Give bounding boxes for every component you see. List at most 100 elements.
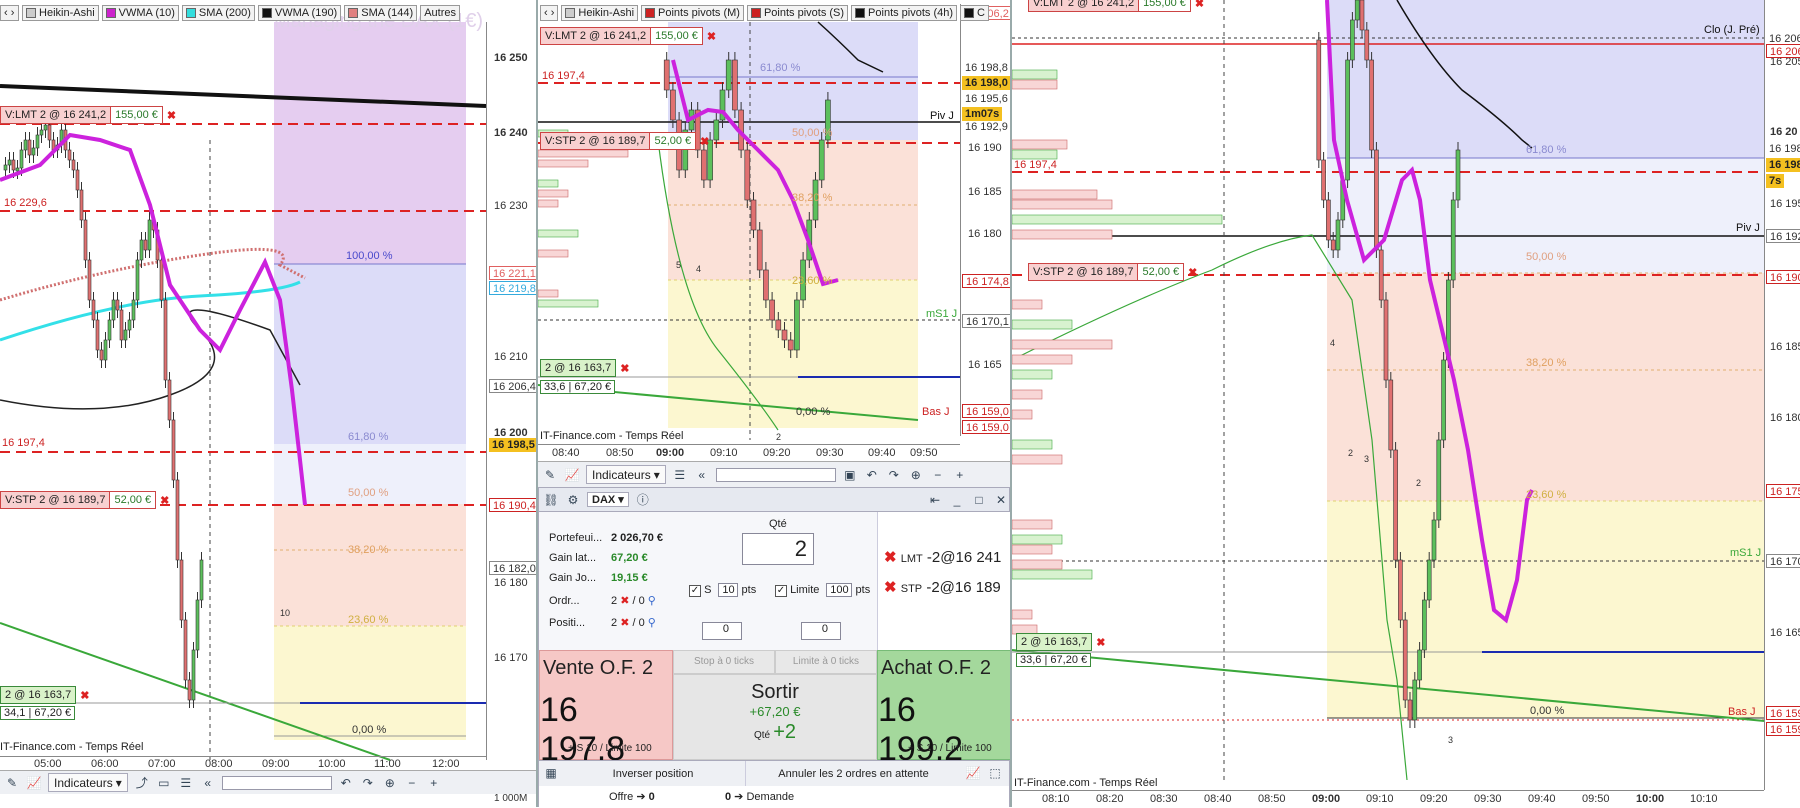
zoom-fit-icon[interactable]: ⊕ <box>382 775 398 791</box>
offer-label: Offre ➔ 0 <box>609 791 655 803</box>
cancel-icon[interactable]: ✖ <box>884 579 897 596</box>
candle <box>163 299 168 381</box>
close-icon[interactable]: ✖ <box>700 135 709 148</box>
indicator-pivots-s[interactable]: Points pivots (S) <box>746 5 849 21</box>
right-position-tag[interactable]: 2 @ 16 163,7 ✖ <box>1016 633 1105 651</box>
rewind-icon[interactable]: « <box>200 775 216 791</box>
zoom-in-icon[interactable]: + <box>426 775 442 791</box>
cancel-icon[interactable]: ✖ <box>620 617 629 629</box>
pending-order-stp[interactable]: ✖ STP -2@16 189 <box>884 578 1001 596</box>
indicator-heikin-ashi[interactable]: Heikin-Ashi <box>22 5 99 21</box>
candle <box>1374 149 1379 251</box>
stop-loss-option[interactable]: ✓ S 10 pts <box>689 583 756 597</box>
close-icon[interactable]: ✕ <box>993 492 1009 508</box>
stat-orders[interactable]: Ordr... 2 ✖ / 0 ⚲ <box>549 594 656 607</box>
indicator-vwma10[interactable]: VWMA (10) <box>101 5 179 21</box>
cancel-icon[interactable]: ✖ <box>884 549 897 566</box>
chart-type-icon[interactable]: 📈 <box>26 775 42 791</box>
checkbox-checked-icon[interactable]: ✓ <box>775 585 787 597</box>
table-icon[interactable]: ▦ <box>543 765 559 781</box>
indicator-pivots-m[interactable]: Points pivots (M) <box>641 5 744 21</box>
share-icon[interactable]: ⤴ <box>134 775 150 791</box>
zoom-out-icon[interactable]: − <box>404 775 420 791</box>
stop-ticks-button[interactable]: Stop à 0 ticks <box>673 650 775 674</box>
middle-nav-arrows[interactable]: ‹ › <box>540 5 559 21</box>
minimize-icon[interactable]: _ <box>949 492 965 508</box>
left-stp-order-tag[interactable]: V:STP 2 @ 16 189,7 52,00 € ✖ <box>0 491 169 509</box>
buy-button[interactable]: Achat O.F. 2 16 199,2 + S 10 / Limite 10… <box>877 650 1011 768</box>
zoom-fit-icon[interactable]: ⊕ <box>908 467 924 483</box>
list-icon[interactable]: ☰ <box>672 467 688 483</box>
close-icon[interactable]: ✖ <box>1195 0 1204 10</box>
draw-tool-icon[interactable]: ✎ <box>542 467 558 483</box>
close-icon[interactable]: ✖ <box>1096 636 1105 649</box>
draw-tool-icon[interactable]: ✎ <box>4 775 20 791</box>
undo-icon[interactable]: ↶ <box>864 467 880 483</box>
expand-icon[interactable]: ⬚ <box>987 765 1003 781</box>
list-icon[interactable]: ☰ <box>178 775 194 791</box>
indicator-sma144[interactable]: SMA (144) <box>344 5 418 21</box>
checkbox-checked-icon[interactable]: ✓ <box>689 585 701 597</box>
indicator-c[interactable]: C <box>960 5 989 21</box>
search-icon[interactable]: ⚲ <box>648 617 656 629</box>
cancel-icon[interactable]: ✖ <box>620 595 629 607</box>
link-icon[interactable]: ⛓ <box>543 492 559 508</box>
indicator-autres[interactable]: Autres <box>420 5 460 21</box>
indicators-button[interactable]: Indicateurs ▾ <box>48 773 128 792</box>
undo-icon[interactable]: ↶ <box>338 775 354 791</box>
screenshot-icon[interactable]: ▣ <box>842 467 858 483</box>
close-icon[interactable]: ✖ <box>80 689 89 702</box>
sell-button[interactable]: Vente O.F. 2 16 197,8 + S 10 / Limite 10… <box>539 650 673 768</box>
limit-points-input[interactable]: 100 <box>826 583 853 597</box>
left-position-tag[interactable]: 2 @ 16 163,7 ✖ <box>0 686 89 704</box>
close-icon[interactable]: ✖ <box>167 109 176 122</box>
right-stp-order-tag[interactable]: V:STP 2 @ 16 189,7 52,00 € ✖ <box>1028 263 1197 281</box>
redo-icon[interactable]: ↷ <box>886 467 902 483</box>
comment-icon[interactable]: ▭ <box>156 775 172 791</box>
redo-icon[interactable]: ↷ <box>360 775 376 791</box>
indicator-sma200[interactable]: SMA (200) <box>181 5 255 21</box>
qty-input[interactable]: 2 <box>742 533 814 565</box>
close-icon[interactable]: ✖ <box>160 494 169 507</box>
middle-lmt-order-tag[interactable]: V:LMT 2 @ 16 241,2 155,00 € ✖ <box>540 27 716 45</box>
middle-position-tag[interactable]: 2 @ 16 163,7 ✖ <box>540 359 629 377</box>
close-icon[interactable]: ✖ <box>1188 266 1197 279</box>
chart-icon[interactable]: 📈 <box>965 765 981 781</box>
zoom-out-icon[interactable]: − <box>930 467 946 483</box>
panel-divider[interactable] <box>536 0 538 807</box>
stop-points-input[interactable]: 10 <box>718 583 739 597</box>
left-nav-arrows[interactable]: ‹ › <box>0 5 20 21</box>
close-icon[interactable]: ✖ <box>620 362 629 375</box>
rewind-icon[interactable]: « <box>694 467 710 483</box>
fib-label: 50,00 % <box>348 487 389 499</box>
cancel-orders-button[interactable]: Annuler les 2 ordres en attente <box>745 761 961 787</box>
indicators-button[interactable]: Indicateurs ▾ <box>586 465 666 484</box>
stat-positions[interactable]: Positi... 2 ✖ / 0 ⚲ <box>549 616 656 629</box>
info-icon[interactable]: ⓘ <box>635 492 651 508</box>
panel-divider[interactable] <box>1010 0 1012 807</box>
indicator-pivots-4h[interactable]: Points pivots (4h) <box>851 5 958 21</box>
indicator-heikin-ashi[interactable]: Heikin-Ashi <box>561 5 639 21</box>
zoom-in-icon[interactable]: + <box>952 467 968 483</box>
limit-ticks-button[interactable]: Limite à 0 ticks <box>775 650 877 674</box>
spinner-2[interactable]: 0 <box>801 622 841 640</box>
right-lmt-order-tag[interactable]: V:LMT 2 @ 16 241,2 155,00 € ✖ <box>1028 0 1204 12</box>
instrument-select[interactable]: DAX ▾ <box>587 492 629 507</box>
limit-option[interactable]: ✓ Limite 100 pts <box>775 583 870 597</box>
search-icon[interactable]: ⚲ <box>648 595 656 607</box>
spinner-1[interactable]: 0 <box>702 622 742 640</box>
chart-type-icon[interactable]: 📈 <box>564 467 580 483</box>
middle-stp-order-tag[interactable]: V:STP 2 @ 16 189,7 52,00 € ✖ <box>540 132 709 150</box>
invert-position-button[interactable]: Inverser position <box>563 761 743 787</box>
pin-icon[interactable]: ⇤ <box>927 492 943 508</box>
indicator-vwma190[interactable]: VWMA (190) <box>257 5 342 21</box>
left-lmt-order-tag[interactable]: V:LMT 2 @ 16 241,2 155,00 € ✖ <box>0 106 176 124</box>
pending-order-lmt[interactable]: ✖ LMT -2@16 241 <box>884 548 1001 566</box>
price-badge: 16 175 <box>1766 484 1800 498</box>
close-icon[interactable]: ✖ <box>707 30 716 43</box>
settings-icon[interactable]: ⚙ <box>565 492 581 508</box>
time-scrollbar[interactable] <box>221 775 332 790</box>
maximize-icon[interactable]: □ <box>971 492 987 508</box>
time-scrollbar[interactable] <box>715 467 836 482</box>
exit-button[interactable]: Sortir +67,20 € Qté +2 <box>673 674 877 760</box>
